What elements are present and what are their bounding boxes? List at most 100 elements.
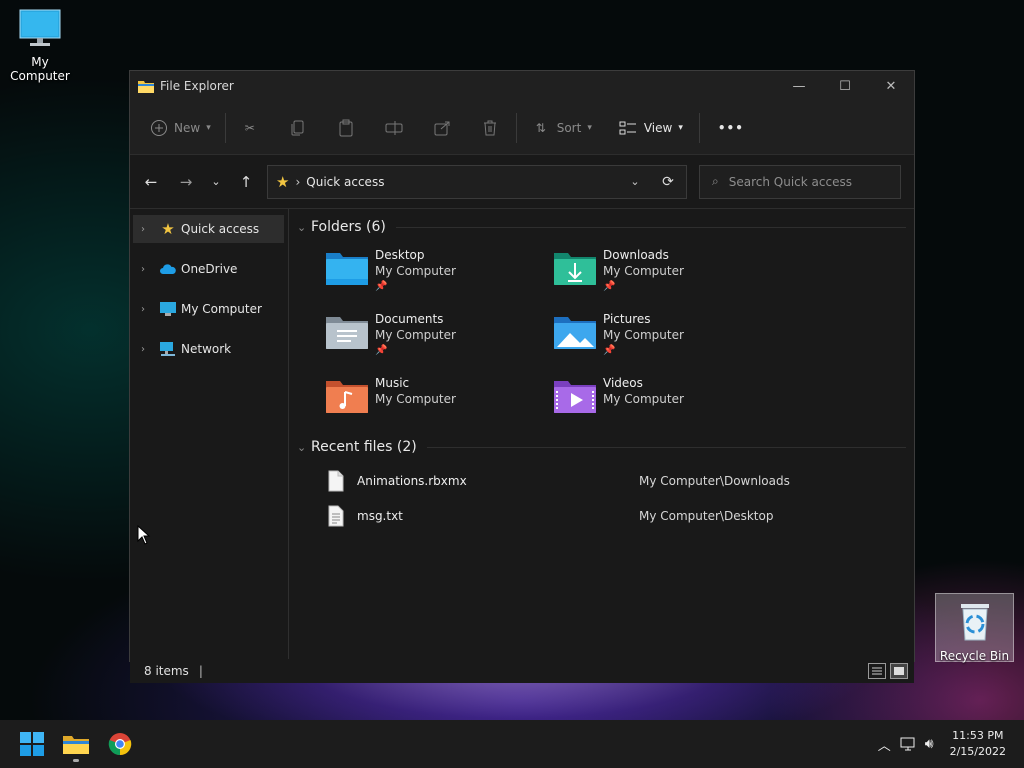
tiles-view-button[interactable] [890, 663, 908, 679]
chevron-down-icon: ▾ [206, 122, 211, 133]
list-item[interactable]: msg.txt My Computer\Desktop [327, 498, 914, 533]
desktop-icon-recycle-bin[interactable]: Recycle Bin [935, 593, 1014, 663]
title-bar[interactable]: File Explorer — ☐ ✕ [130, 71, 914, 101]
back-button[interactable]: ← [136, 167, 166, 197]
folder-icon [63, 736, 89, 754]
list-item[interactable]: Animations.rbxmx My Computer\Downloads [327, 463, 914, 498]
pin-icon: 📌 [375, 345, 388, 356]
sort-icon: ⇅ [535, 120, 546, 135]
downloads-folder-icon [554, 253, 596, 285]
expand-arrow-icon[interactable]: › [141, 224, 159, 235]
view-button[interactable]: View ▾ [612, 112, 689, 144]
folder-name: Downloads [603, 248, 669, 262]
group-title: Folders (6) [311, 219, 386, 235]
forward-button[interactable]: → [171, 167, 201, 197]
music-folder-icon [326, 381, 368, 413]
paste-button[interactable] [330, 112, 362, 144]
folder-name: Videos [603, 376, 643, 390]
sort-button[interactable]: ⇅ Sort ▾ [525, 112, 598, 144]
search-box[interactable]: ⌕ Search Quick access [699, 164, 901, 199]
breadcrumb[interactable]: Quick access [306, 175, 384, 189]
mouse-cursor-icon [137, 525, 151, 545]
chevron-up-icon[interactable]: ︿ [878, 735, 891, 754]
view-label: View [643, 120, 673, 135]
rename-button[interactable] [378, 112, 410, 144]
folders-group-header[interactable]: ⌄ Folders (6) [297, 211, 914, 243]
monitor-icon [19, 9, 61, 46]
nav-item-label: OneDrive [181, 262, 238, 276]
volume-icon[interactable]: 🔊︎ [925, 736, 934, 752]
new-label: New [174, 120, 201, 135]
expand-arrow-icon[interactable]: › [141, 264, 159, 275]
file-name: Animations.rbxmx [357, 473, 467, 488]
search-icon: ⌕ [712, 174, 719, 188]
folder-location: My Computer [603, 328, 684, 342]
folder-tile-pictures[interactable]: Pictures My Computer 📌 [553, 311, 781, 365]
star-icon: ★ [161, 220, 175, 238]
refresh-button[interactable]: ⟳ [650, 174, 686, 190]
maximize-button[interactable]: ☐ [822, 71, 868, 101]
folder-tile-downloads[interactable]: Downloads My Computer 📌 [553, 247, 781, 301]
toolbar-separator [698, 112, 700, 143]
details-view-button[interactable] [868, 663, 886, 679]
nav-item-label: Quick access [181, 222, 260, 236]
recent-group-header[interactable]: ⌄ Recent files (2) [297, 431, 914, 463]
cut-button[interactable]: ✂ [234, 112, 266, 144]
system-tray: ︿ 🔊︎ 11:53 PM 2/15/2022 [878, 728, 1024, 760]
arrow-left-icon: ← [144, 172, 158, 191]
nav-item-onedrive[interactable]: › OneDrive [133, 255, 284, 283]
taskbar-file-explorer[interactable] [56, 724, 96, 764]
network-status-icon[interactable] [899, 736, 917, 752]
running-indicator [73, 759, 79, 762]
nav-item-quick-access[interactable]: › ★ Quick access [133, 215, 284, 243]
desktop-icon-my-computer[interactable]: My Computer [0, 8, 80, 83]
start-button[interactable] [12, 724, 52, 764]
folder-tile-desktop[interactable]: Desktop My Computer 📌 [325, 247, 553, 301]
minimize-button[interactable]: — [776, 71, 822, 101]
folder-tile-videos[interactable]: Videos My Computer [553, 375, 781, 429]
arrow-right-icon: → [179, 172, 193, 191]
more-icon: ••• [717, 120, 744, 135]
share-icon [434, 121, 450, 135]
recent-locations-button[interactable]: ⌄ [201, 167, 231, 197]
more-options-button[interactable]: ••• [712, 112, 750, 144]
chevron-down-icon: ▾ [587, 122, 592, 133]
close-button[interactable]: ✕ [868, 71, 914, 101]
chevron-down-icon[interactable]: ⌄ [620, 175, 650, 188]
folder-tile-documents[interactable]: Documents My Computer 📌 [325, 311, 553, 365]
trash-icon [483, 120, 496, 135]
taskbar-chrome[interactable] [100, 724, 140, 764]
folders-grid: Desktop My Computer 📌 Downloads My Compu… [297, 243, 914, 429]
file-explorer-window: File Explorer — ☐ ✕ New ▾ ✂ ⇅ Sort ▾ Vie… [129, 70, 915, 683]
pin-icon: 📌 [375, 281, 388, 292]
scissors-icon: ✂ [244, 120, 255, 135]
details-view-icon [872, 667, 882, 675]
arrow-up-icon: ↑ [239, 172, 253, 191]
folder-tile-music[interactable]: Music My Computer [325, 375, 553, 429]
rename-icon [385, 120, 403, 135]
main-pane: ⌄ Folders (6) Desktop My Computer 📌 Down… [289, 209, 914, 683]
folder-name: Desktop [375, 248, 425, 262]
pin-icon: 📌 [603, 281, 616, 292]
pictures-folder-icon [554, 317, 596, 349]
clock[interactable]: 11:53 PM 2/15/2022 [950, 728, 1006, 760]
toolbar-separator [224, 112, 226, 143]
address-bar[interactable]: ★ › Quick access ⌄ ⟳ [267, 164, 687, 199]
nav-item-my-computer[interactable]: › My Computer [133, 295, 284, 323]
chrome-icon [108, 733, 132, 756]
desktop-icon-label: Recycle Bin [939, 649, 1010, 663]
nav-item-network[interactable]: › Network [133, 335, 284, 363]
expand-arrow-icon[interactable]: › [141, 304, 159, 315]
text-file-icon [328, 505, 344, 526]
up-button[interactable]: ↑ [231, 167, 261, 197]
copy-button[interactable] [282, 112, 314, 144]
desktop-folder-icon [326, 253, 368, 285]
share-button[interactable] [426, 112, 458, 144]
expand-arrow-icon[interactable]: › [141, 344, 159, 355]
windows-logo-icon [20, 732, 44, 756]
chevron-down-icon: ⌄ [297, 440, 307, 454]
new-button[interactable]: New ▾ [144, 112, 217, 144]
chevron-down-icon: ⌄ [211, 175, 221, 188]
clock-date: 2/15/2022 [949, 745, 1006, 758]
delete-button[interactable] [474, 112, 506, 144]
